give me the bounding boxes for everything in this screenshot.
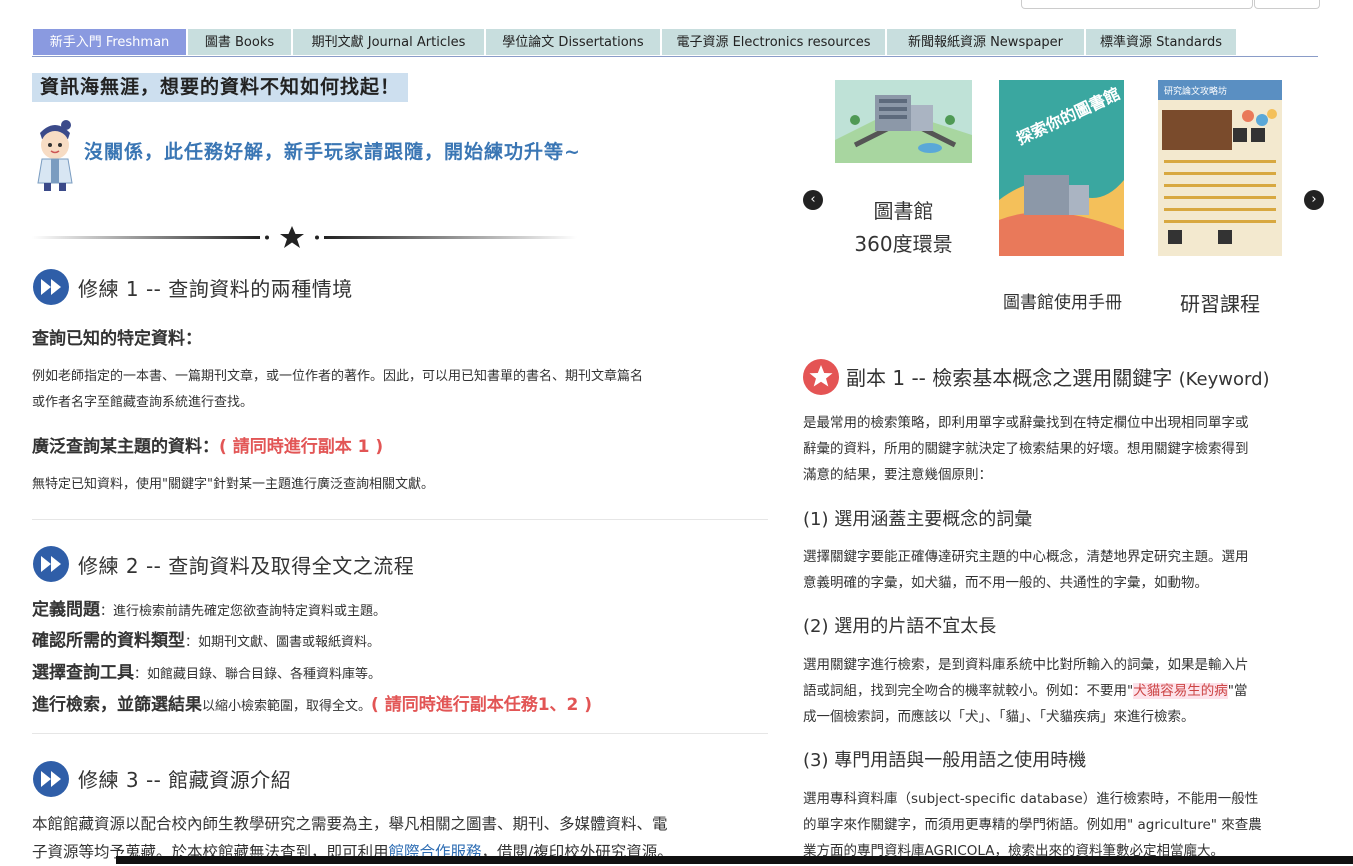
carousel-prev-button[interactable]: ‹: [803, 190, 823, 210]
intro-subline: 沒關係，此任務好解，新手玩家請跟隨，開始練功升等~: [84, 141, 581, 163]
step-confirm-type: 確認所需的資料類型：如期刊文獻、圖書或報紙資料。: [32, 631, 381, 651]
fast-forward-icon: [33, 269, 69, 305]
rule2-heading: (2) 選用的片語不宜太長: [803, 616, 997, 637]
divider: [32, 733, 768, 734]
rule1-paragraph: 選擇關鍵字要能正確傳達研究主題的中心概念，清楚地界定研究主題。選用 意義明確的字…: [803, 549, 1249, 591]
step-search-filter: 進行檢索，並篩選結果以縮小檢索範圍，取得全文。( 請同時進行副本任務1、2 ): [32, 695, 593, 715]
library-360-caption[interactable]: 圖書館 360度環景: [835, 195, 972, 261]
workshop-course-caption[interactable]: 研習課程: [1150, 288, 1290, 317]
category-tabs: 新手入門 Freshman 圖書 Books 期刊文獻 Journal Arti…: [32, 28, 1318, 57]
tab-freshman[interactable]: 新手入門 Freshman: [32, 28, 187, 56]
star-divider-ornament: [32, 226, 577, 248]
rule3-heading: (3) 專門用語與一般用語之使用時機: [803, 750, 1087, 771]
tab-dissertations[interactable]: 學位論文 Dissertations: [485, 28, 661, 56]
copy-reference-note: ( 請同時進行副本任務1、2 ): [371, 695, 593, 715]
tab-books[interactable]: 圖書 Books: [187, 28, 292, 56]
section2-title: 修練 2 -- 查詢資料及取得全文之流程: [78, 554, 415, 578]
workshop-course-poster[interactable]: 研究論文攻略坊: [1158, 80, 1282, 256]
section1-heading-broad: 廣泛查詢某主題的資料：( 請同時進行副本 1 ): [32, 437, 384, 457]
copy1-title: 副本 1 -- 檢索基本概念之選用關鍵字 (Keyword): [846, 366, 1270, 390]
example-highlight: 犬貓容易生的病: [1133, 683, 1228, 699]
intro-headline: 資訊海無涯，想要的資料不知如何找起！: [32, 73, 409, 102]
section1-paragraph-known: 例如老師指定的一本書、一篇期刊文章，或一位作者的著作。因此，可以用已知書單的書名…: [32, 369, 644, 410]
tab-newspaper[interactable]: 新聞報紙資源 Newspaper: [886, 28, 1085, 56]
rule2-paragraph: 選用關鍵字進行檢索，是到資料庫系統中比對所輸入的詞彙，如果是輸入片 語或詞組，找…: [803, 657, 1249, 725]
fast-forward-icon: [33, 546, 69, 582]
mascot-avatar: [37, 120, 73, 191]
tab-journal-articles[interactable]: 期刊文獻 Journal Articles: [292, 28, 485, 56]
search-button[interactable]: [1254, 0, 1320, 9]
library-handbook-cover[interactable]: 探索你的圖書館: [999, 80, 1124, 256]
rule1-heading: (1) 選用涵蓋主要概念的詞彙: [803, 509, 1033, 530]
tab-standards[interactable]: 標準資源 Standards: [1085, 28, 1237, 56]
copy1-intro: 是最常用的檢索策略，即利用單字或辭彙找到在特定欄位中出現相同單字或 辭彙的資料，…: [803, 415, 1249, 483]
step-define-problem: 定義問題：進行檢索前請先確定您欲查詢特定資料或主題。: [32, 600, 387, 620]
library-360-thumbnail[interactable]: [835, 80, 972, 163]
divider: [32, 519, 768, 520]
svg-text:研究論文攻略坊: 研究論文攻略坊: [1164, 85, 1227, 97]
search-input[interactable]: [1021, 0, 1253, 9]
bottom-bar: [116, 856, 1353, 864]
fast-forward-icon: [33, 761, 69, 797]
library-handbook-caption[interactable]: 圖書館使用手冊: [985, 288, 1140, 313]
section1-paragraph-broad: 無特定已知資料，使用"關鍵字"針對某一主題進行廣泛查詢相關文獻。: [32, 477, 434, 492]
copy-reference-note: ( 請同時進行副本 1 ): [219, 437, 384, 457]
tab-electronics-resources[interactable]: 電子資源 Electronics resources: [661, 28, 886, 56]
star-icon: [803, 359, 839, 395]
section3-title: 修練 3 -- 館藏資源介紹: [78, 768, 292, 792]
step-choose-tool: 選擇查詢工具：如館藏目錄、聯合目錄、各種資料庫等。: [32, 663, 382, 683]
carousel-next-button[interactable]: ›: [1304, 190, 1324, 210]
section1-title: 修練 1 -- 查詢資料的兩種情境: [78, 277, 353, 301]
rule3-paragraph: 選用專科資料庫（subject-specific database）進行檢索時，…: [803, 791, 1262, 859]
section1-heading-known: 查詢已知的特定資料：: [32, 329, 202, 349]
